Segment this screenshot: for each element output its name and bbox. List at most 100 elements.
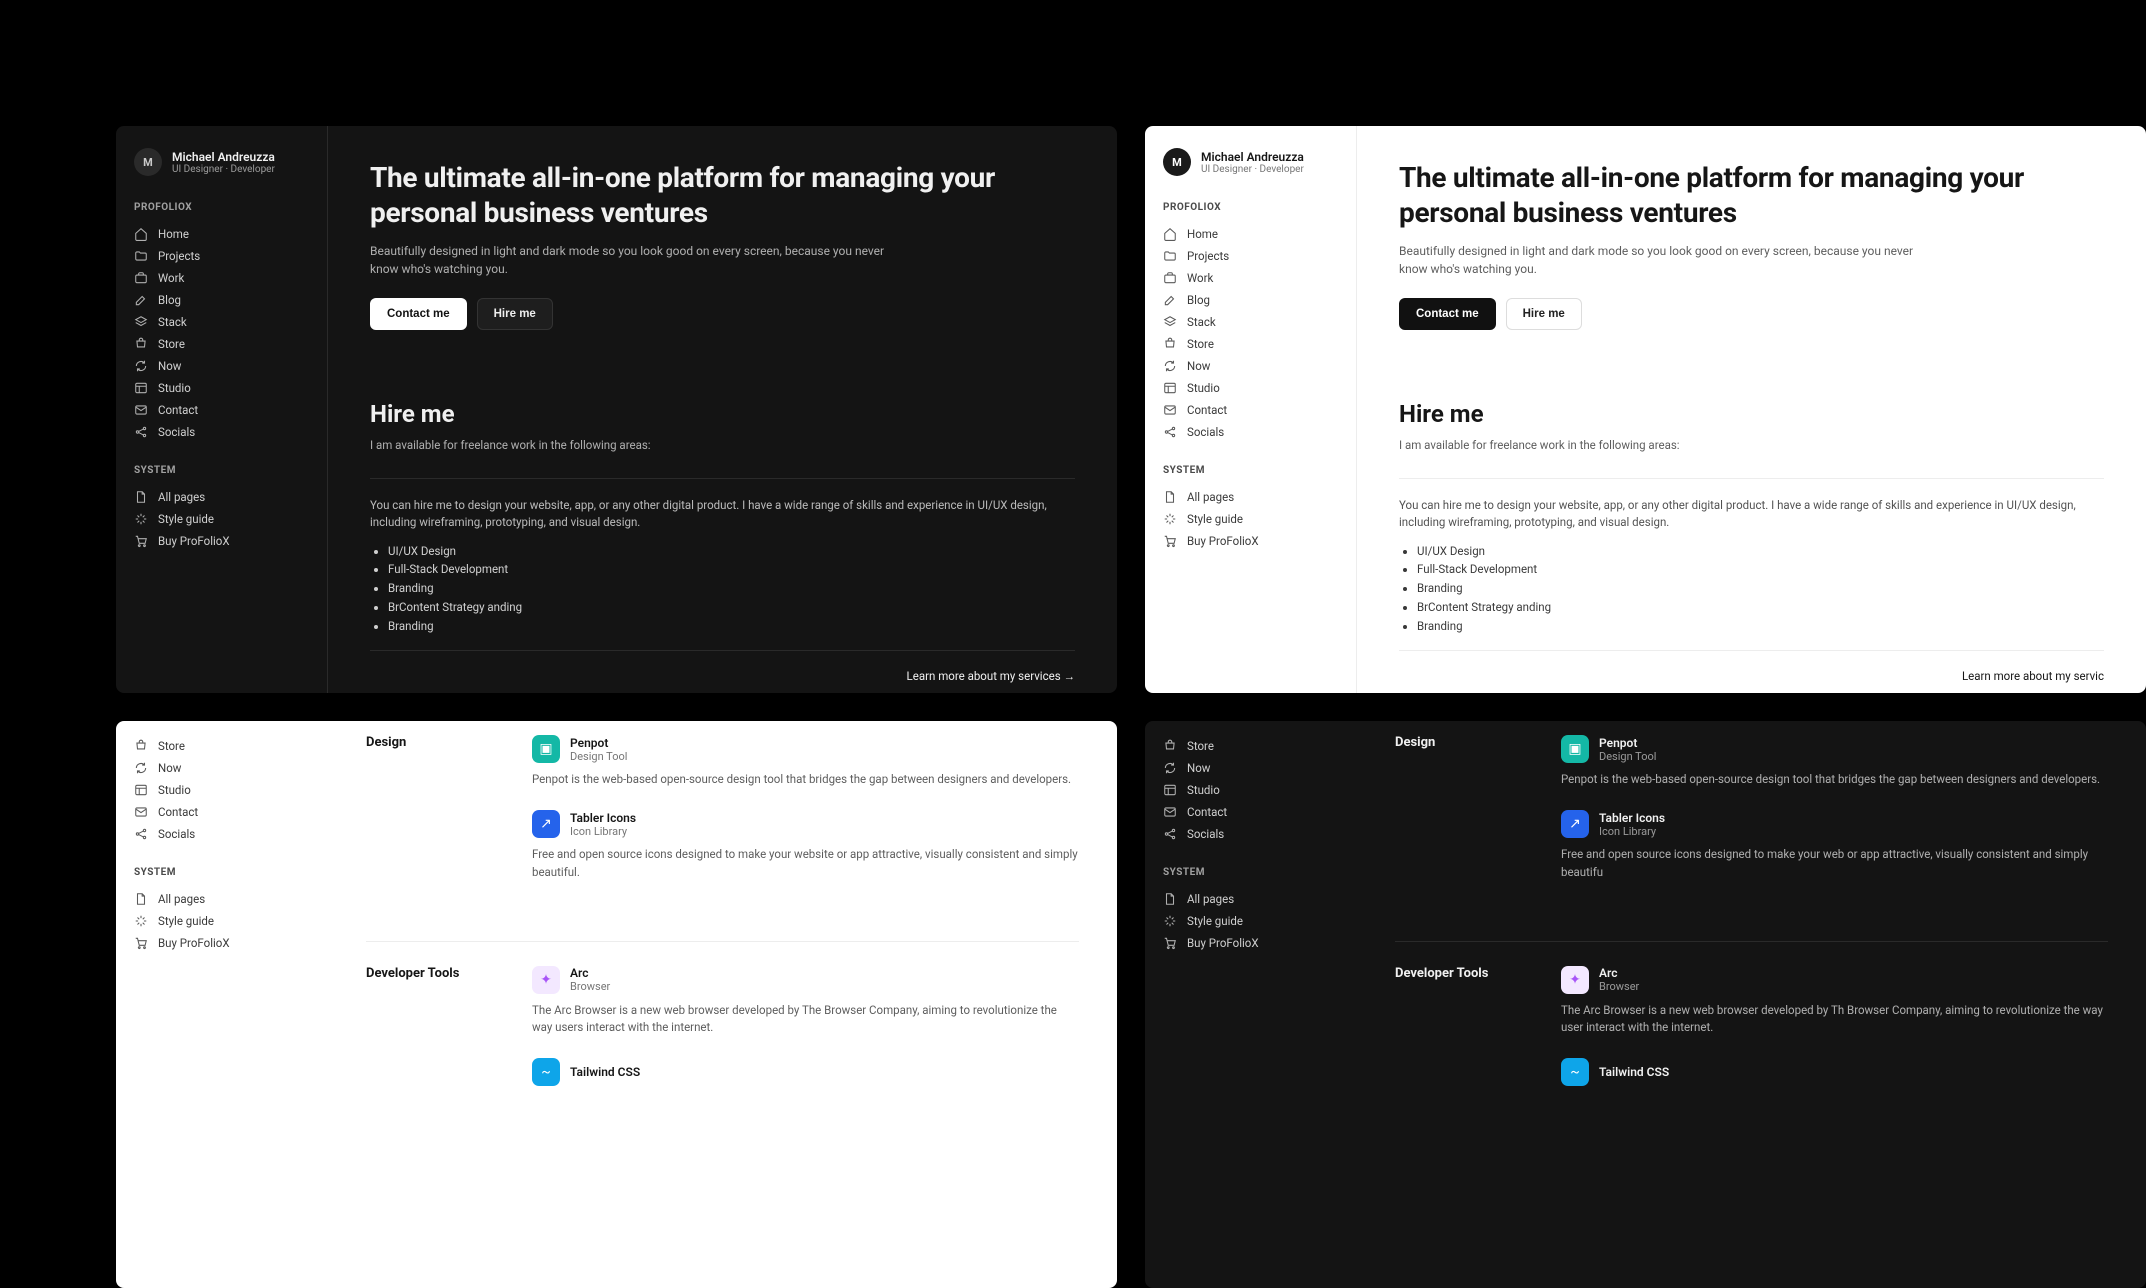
sidebar-item-socials[interactable]: Socials	[1163, 421, 1338, 443]
sidebar-item-all-pages[interactable]: All pages	[134, 486, 309, 508]
profile-name: Michael Andreuzza	[172, 150, 275, 164]
sidebar-item-all-pages[interactable]: All pages	[1163, 888, 1339, 910]
product-category: Developer Tools	[366, 966, 476, 1109]
product-name: Tabler Icons	[1599, 811, 1665, 825]
sidebar-item-store[interactable]: Store	[134, 735, 310, 757]
products-content: Design ▣ Penpot Design Tool Penpot is th…	[1357, 721, 2146, 1288]
learn-more-link[interactable]: Learn more about my servic	[1962, 669, 2104, 683]
sidebar-item-label: Now	[1187, 761, 1210, 775]
sidebar-item-all-pages[interactable]: All pages	[1163, 486, 1338, 508]
sidebar-item-projects[interactable]: Projects	[1163, 245, 1338, 267]
sidebar-item-label: All pages	[1187, 892, 1234, 906]
sidebar-item-projects[interactable]: Projects	[134, 245, 309, 267]
main-content: The ultimate all-in-one platform for man…	[328, 126, 1117, 693]
home-icon	[134, 227, 148, 241]
product-icon: ✦	[532, 966, 560, 994]
mail-icon	[134, 403, 148, 417]
sidebar-item-label: Buy ProFolioX	[1187, 534, 1259, 548]
product-type: Browser	[570, 980, 610, 993]
sparkle-icon	[1163, 512, 1177, 526]
skill-item: BrContent Strategy anding	[1417, 598, 2104, 617]
sparkle-icon	[134, 512, 148, 526]
sidebar-item-buy-profoliox[interactable]: Buy ProFolioX	[1163, 932, 1339, 954]
edit-icon	[134, 293, 148, 307]
sidebar-item-work[interactable]: Work	[134, 267, 309, 289]
sidebar-item-home[interactable]: Home	[134, 223, 309, 245]
sidebar-item-store[interactable]: Store	[1163, 735, 1339, 757]
sidebar-item-style-guide[interactable]: Style guide	[134, 508, 309, 530]
sidebar-item-contact[interactable]: Contact	[1163, 801, 1339, 823]
sidebar-item-blog[interactable]: Blog	[134, 289, 309, 311]
product-desc: Penpot is the web-based open-source desi…	[532, 771, 1079, 788]
sidebar-item-contact[interactable]: Contact	[134, 399, 309, 421]
sidebar-item-blog[interactable]: Blog	[1163, 289, 1338, 311]
sidebar-item-label: All pages	[1187, 490, 1234, 504]
hire-button[interactable]: Hire me	[1506, 298, 1582, 330]
product-type: Icon Library	[1599, 825, 1665, 838]
sidebar-item-now[interactable]: Now	[134, 355, 309, 377]
sidebar-item-contact[interactable]: Contact	[134, 801, 310, 823]
product-item[interactable]: ~ Tailwind CSS	[1561, 1058, 2108, 1086]
product-item[interactable]: ▣ Penpot Design Tool Penpot is the web-b…	[532, 735, 1079, 788]
sidebar-item-studio[interactable]: Studio	[134, 779, 310, 801]
edit-icon	[1163, 293, 1177, 307]
sidebar-item-socials[interactable]: Socials	[134, 823, 310, 845]
product-row: Developer Tools ✦ Arc Browser The Arc Br…	[366, 941, 1079, 1129]
product-item[interactable]: ↗ Tabler Icons Icon Library Free and ope…	[1561, 810, 2108, 881]
sidebar-item-socials[interactable]: Socials	[1163, 823, 1339, 845]
hire-button[interactable]: Hire me	[477, 298, 553, 330]
sidebar-item-style-guide[interactable]: Style guide	[1163, 910, 1339, 932]
cart-icon	[1163, 739, 1177, 753]
sidebar-item-studio[interactable]: Studio	[1163, 779, 1339, 801]
learn-more-link[interactable]: Learn more about my services →	[907, 669, 1075, 683]
hire-subtitle: I am available for freelance work in the…	[370, 438, 1075, 452]
sidebar-item-store[interactable]: Store	[1163, 333, 1338, 355]
contact-button[interactable]: Contact me	[1399, 298, 1496, 330]
nav-heading-main: PROFOLIOX	[134, 202, 309, 213]
sidebar-item-now[interactable]: Now	[1163, 355, 1338, 377]
product-item[interactable]: ▣ Penpot Design Tool Penpot is the web-b…	[1561, 735, 2108, 788]
sidebar-item-socials[interactable]: Socials	[134, 421, 309, 443]
sidebar-partial: Store Now Studio Contact Socials SYSTEM …	[116, 721, 328, 1288]
sidebar-item-buy-profoliox[interactable]: Buy ProFolioX	[134, 530, 309, 552]
sidebar-item-style-guide[interactable]: Style guide	[134, 910, 310, 932]
sidebar-item-store[interactable]: Store	[134, 333, 309, 355]
cart2-icon	[134, 534, 148, 548]
sidebar-item-label: Style guide	[158, 512, 214, 526]
product-name: Arc	[570, 966, 610, 980]
hire-subtitle: I am available for freelance work in the…	[1399, 438, 2104, 452]
nav-list-main: Home Projects Work Blog Stack Store Now …	[134, 223, 309, 443]
sidebar-item-work[interactable]: Work	[1163, 267, 1338, 289]
briefcase-icon	[1163, 271, 1177, 285]
sidebar-item-label: Style guide	[1187, 914, 1243, 928]
main-content: The ultimate all-in-one platform for man…	[1357, 126, 2146, 693]
product-item[interactable]: ✦ Arc Browser The Arc Browser is a new w…	[1561, 966, 2108, 1037]
product-item[interactable]: ~ Tailwind CSS	[532, 1058, 1079, 1086]
cart-icon	[1163, 337, 1177, 351]
cart-icon	[134, 739, 148, 753]
sidebar: M Michael Andreuzza UI Designer · Develo…	[116, 126, 328, 693]
sidebar-item-now[interactable]: Now	[134, 757, 310, 779]
sidebar-item-contact[interactable]: Contact	[1163, 399, 1338, 421]
skill-item: Branding	[1417, 579, 2104, 598]
sidebar-item-style-guide[interactable]: Style guide	[1163, 508, 1338, 530]
sidebar-item-studio[interactable]: Studio	[1163, 377, 1338, 399]
product-item[interactable]: ✦ Arc Browser The Arc Browser is a new w…	[532, 966, 1079, 1037]
sidebar-item-stack[interactable]: Stack	[134, 311, 309, 333]
product-desc: Free and open source icons designed to m…	[1561, 846, 2108, 881]
sidebar-item-studio[interactable]: Studio	[134, 377, 309, 399]
sidebar-item-label: Socials	[158, 827, 195, 841]
sidebar-item-home[interactable]: Home	[1163, 223, 1338, 245]
sidebar-item-buy-profoliox[interactable]: Buy ProFolioX	[1163, 530, 1338, 552]
hero-subtitle: Beautifully designed in light and dark m…	[1399, 242, 1919, 278]
sidebar-item-all-pages[interactable]: All pages	[134, 888, 310, 910]
nav-heading-system: SYSTEM	[134, 465, 309, 476]
sidebar-item-stack[interactable]: Stack	[1163, 311, 1338, 333]
contact-button[interactable]: Contact me	[370, 298, 467, 330]
sidebar-item-now[interactable]: Now	[1163, 757, 1339, 779]
profile-block[interactable]: M Michael Andreuzza UI Designer · Develo…	[134, 148, 309, 176]
home-icon	[1163, 227, 1177, 241]
profile-block[interactable]: M Michael Andreuzza UI Designer · Develo…	[1163, 148, 1338, 176]
sidebar-item-buy-profoliox[interactable]: Buy ProFolioX	[134, 932, 310, 954]
product-item[interactable]: ↗ Tabler Icons Icon Library Free and ope…	[532, 810, 1079, 881]
